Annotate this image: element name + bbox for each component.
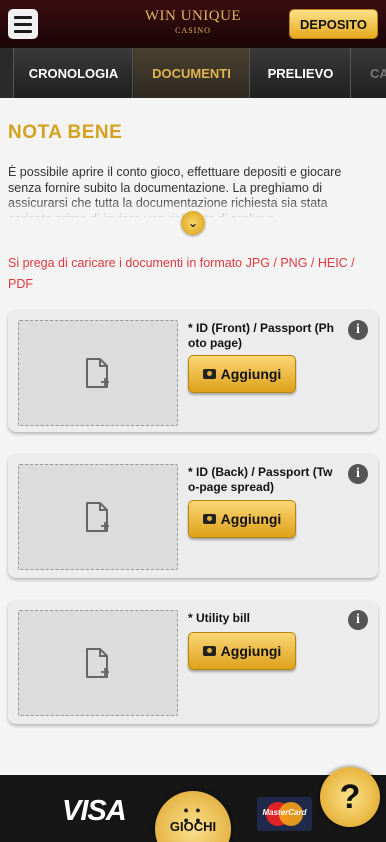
file-add-icon [86,502,109,532]
camera-icon [202,369,216,379]
tab-prelievo[interactable]: PRELIEVO [251,48,351,98]
camera-icon [202,514,216,524]
file-add-icon [86,358,109,388]
nota-bene-title: NOTA BENE [8,122,123,143]
info-icon[interactable]: i [348,610,368,630]
file-add-icon [86,648,109,678]
camera-icon [202,646,216,656]
logo-main-text: WIN UNIQUE [144,8,242,24]
document-title: * ID (Front) / Passport (Photo page) [188,321,335,350]
help-button[interactable]: ? [320,767,380,827]
add-document-button[interactable]: Aggiungi [188,355,296,393]
add-button-label: Aggiungi [220,511,282,527]
add-document-button[interactable]: Aggiungi [188,632,296,670]
mastercard-text: MasterCard [262,808,307,817]
document-title: * ID (Back) / Passport (Two-page spread) [188,465,333,494]
logo[interactable]: WIN UNIQUE CASINO [138,6,248,40]
header: WIN UNIQUE CASINO DEPOSITO [0,0,386,48]
tab-bar: CRONOLOGIA DOCUMENTI PRELIEVO CA [0,48,386,98]
tab-documenti[interactable]: DOCUMENTI [134,48,250,98]
mastercard-logo: MasterCard [257,797,312,831]
giochi-label: GIOCHI [169,819,217,834]
document-title: * Utility bill [188,611,251,625]
tab-cronologia[interactable]: CRONOLOGIA [15,48,133,98]
upload-dropzone[interactable] [18,464,178,570]
documents-page: NOTA BENE È possibile aprire il conto gi… [0,98,386,775]
deposit-button[interactable]: DEPOSITO [289,9,378,39]
add-button-label: Aggiungi [220,366,282,382]
info-icon[interactable]: i [348,320,368,340]
footer-bar: VISA ● ● ● ● GIOCHI MasterCard ? [0,767,386,842]
expand-chevron-icon[interactable]: ⌄ [181,211,205,235]
giochi-button[interactable]: ● ● ● ● GIOCHI [155,791,231,842]
upload-dropzone[interactable] [18,320,178,426]
document-card-id-front: * ID (Front) / Passport (Photo page) i A… [8,310,378,432]
document-card-utility-bill: * Utility bill i Aggiungi [8,600,378,724]
document-card-id-back: * ID (Back) / Passport (Two-page spread)… [8,454,378,578]
hamburger-menu-icon[interactable] [8,9,38,39]
tab-partial[interactable]: CA [352,48,386,98]
logo-sub-text: CASINO [175,26,211,35]
tab-scroll-edge [0,48,14,98]
visa-logo: VISA [62,795,127,827]
info-icon[interactable]: i [348,464,368,484]
format-note: Si prega di caricare i documenti in form… [8,256,355,291]
add-document-button[interactable]: Aggiungi [188,500,296,538]
add-button-label: Aggiungi [220,643,282,659]
upload-dropzone[interactable] [18,610,178,716]
